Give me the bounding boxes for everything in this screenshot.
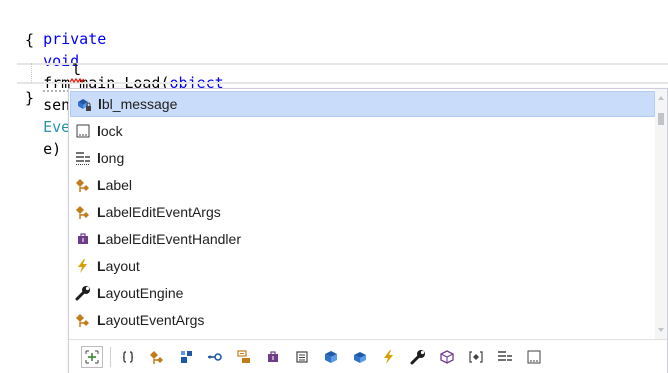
event-filter-button[interactable] xyxy=(378,346,400,368)
keyword-struct-icon xyxy=(75,150,91,166)
item-match-prefix: L xyxy=(97,258,106,274)
event-filter-icon xyxy=(384,349,393,364)
constant-filter-icon xyxy=(498,350,512,361)
method-filter-button[interactable] xyxy=(349,346,371,368)
completion-item-lock[interactable]: lock xyxy=(70,118,655,144)
item-match-prefix: L xyxy=(97,231,106,247)
item-label-rest: abelEditEventHandler xyxy=(105,231,241,247)
item-match-prefix: L xyxy=(97,177,106,193)
extension-method-filter-icon xyxy=(440,349,454,364)
item-label-rest: abelEditEventArgs xyxy=(105,204,221,220)
completion-items: lbl_message lock long Label LabelEditEve… xyxy=(69,89,657,339)
constant-filter-button[interactable] xyxy=(494,346,516,368)
expander-filter-button[interactable] xyxy=(81,345,103,368)
completion-item-layoutengine[interactable]: LayoutEngine xyxy=(70,280,655,306)
item-label-rest: ayout xyxy=(105,258,140,274)
completion-filter-toolbar xyxy=(69,339,667,373)
completion-item-label[interactable]: Label xyxy=(70,172,655,198)
structure-filter-icon xyxy=(296,350,308,363)
item-label-rest: abel xyxy=(105,177,133,193)
class-filter-icon xyxy=(150,350,163,364)
scroll-up-arrow-icon[interactable] xyxy=(658,96,664,100)
field-filter-button[interactable] xyxy=(320,346,342,368)
toolbar-separator xyxy=(110,346,111,367)
enum-filter-button[interactable] xyxy=(233,346,255,368)
item-label-rest: ayoutEventArgs xyxy=(105,312,205,328)
scroll-down-arrow-icon[interactable] xyxy=(658,328,664,332)
local-filter-icon xyxy=(469,350,483,363)
property-filter-button[interactable] xyxy=(407,346,429,368)
typed-text[interactable]: l xyxy=(72,60,81,80)
completion-item-labeleditventargs[interactable]: LabelEditEventArgs xyxy=(70,199,655,225)
completion-item-long[interactable]: long xyxy=(70,145,655,171)
namespace-filter-icon xyxy=(122,350,134,363)
error-squiggle xyxy=(70,78,84,83)
interface-filter-icon xyxy=(208,352,222,361)
completion-item-lbl-message[interactable]: lbl_message xyxy=(70,91,655,117)
indent-guide xyxy=(31,63,32,83)
module-filter-button[interactable] xyxy=(175,346,197,368)
event-icon xyxy=(75,258,91,274)
paren-close: ) xyxy=(52,140,62,158)
param-e: e xyxy=(43,140,53,158)
module-filter-icon xyxy=(181,350,192,363)
scroll-thumb[interactable] xyxy=(658,113,664,125)
item-label-rest: ock xyxy=(100,123,123,139)
code-line-method-signature[interactable]: private void frm_main_Load(object sender… xyxy=(25,6,224,158)
local-filter-button[interactable] xyxy=(465,346,487,368)
keyword-filter-button[interactable] xyxy=(523,346,545,368)
class-filter-button[interactable] xyxy=(146,346,168,368)
property-wrench-icon xyxy=(75,285,91,301)
class-icon xyxy=(75,312,91,328)
item-match-prefix: L xyxy=(97,285,106,301)
property-filter-icon xyxy=(410,349,425,364)
item-label-rest: ong xyxy=(100,150,125,166)
class-icon xyxy=(75,204,91,220)
expander-filter-icon xyxy=(85,350,99,363)
class-icon xyxy=(75,177,91,193)
method-cube-filter-icon xyxy=(354,351,366,363)
enum-filter-icon xyxy=(237,349,250,363)
completion-item-layouteventargs[interactable]: LayoutEventArgs xyxy=(70,307,655,333)
extension-method-filter-button[interactable] xyxy=(436,346,458,368)
delegate-filter-button[interactable] xyxy=(262,346,284,368)
keyword-filter-icon xyxy=(527,350,541,363)
delegate-icon xyxy=(75,231,91,247)
interface-filter-button[interactable] xyxy=(204,346,226,368)
completion-list-popup[interactable]: lbl_message lock long Label LabelEditEve… xyxy=(68,88,668,373)
current-line-highlight xyxy=(17,63,668,84)
item-label-rest: bl_message xyxy=(101,96,178,112)
keyword-icon xyxy=(75,123,91,139)
completion-scrollbar[interactable] xyxy=(655,89,667,339)
code-line-open-brace[interactable]: { xyxy=(25,29,34,51)
item-match-prefix: L xyxy=(97,204,106,220)
completion-item-layout[interactable]: Layout xyxy=(70,253,655,279)
delegate-filter-icon xyxy=(268,350,278,362)
field-filter-icon xyxy=(325,350,337,363)
code-line-close-brace[interactable]: } xyxy=(25,87,34,109)
namespace-filter-button[interactable] xyxy=(117,346,139,368)
keyword-private: private xyxy=(43,30,107,48)
item-match-prefix: L xyxy=(97,312,106,328)
item-label-rest: ayoutEngine xyxy=(105,285,184,301)
structure-filter-button[interactable] xyxy=(291,346,313,368)
private-field-icon xyxy=(76,96,92,112)
completion-item-labeleditventhandler[interactable]: LabelEditEventHandler xyxy=(70,226,655,252)
